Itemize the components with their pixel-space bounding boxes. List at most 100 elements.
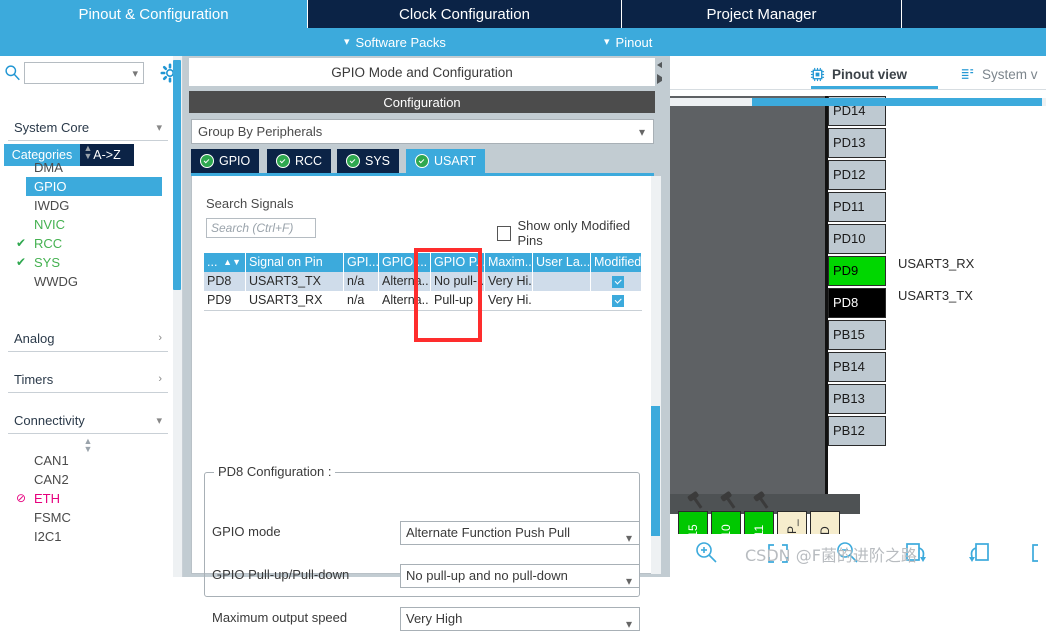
show-only-modified-checkbox[interactable] <box>497 225 512 241</box>
tab-gpio[interactable]: GPIO <box>191 149 260 173</box>
pin-pb12[interactable]: PB12 <box>828 416 886 446</box>
check-icon: ✔ <box>16 236 27 250</box>
cell-gpio-mode: Alterna.. <box>379 291 431 310</box>
sidebar-item-can2[interactable]: CAN2 <box>8 470 168 489</box>
sidebar-item-label: RCC <box>34 236 63 251</box>
cell-gpi: n/a <box>344 272 379 291</box>
sidebar-item-dma[interactable]: DMA <box>8 158 168 177</box>
max-speed-dropdown[interactable]: Very High ▾ <box>400 607 640 631</box>
rotate-left-icon[interactable] <box>965 539 995 567</box>
pin-pd11[interactable]: PD11 <box>828 192 886 222</box>
modified-checkbox[interactable] <box>612 275 624 288</box>
gpio-mode-value: Alternate Function Push Pull <box>406 525 571 540</box>
group-by-value: Group By Peripherals <box>198 124 323 139</box>
signals-table: ... ▲▼ Signal on Pin GPI... GPIO ... GPIO… <box>204 253 642 310</box>
search-icon <box>5 65 20 81</box>
active-tab-underline <box>811 86 938 89</box>
scroll-spinner-icon[interactable]: ▲ ▼ <box>8 141 168 161</box>
sidebar-item-label: FSMC <box>34 510 71 525</box>
watermark: CSDN @F菌的进阶之路 <box>745 546 917 565</box>
sidebar-item-eth[interactable]: ⊘ ETH <box>8 489 168 508</box>
search-input[interactable]: ▾ <box>24 62 144 84</box>
tab-rcc[interactable]: RCC <box>267 149 332 173</box>
col-header-gpio-pull[interactable]: GPIO P... <box>431 253 485 272</box>
group-header-connectivity[interactable]: Connectivity ▾ <box>8 407 168 434</box>
gpio-pull-dropdown[interactable]: No pull-up and no pull-down ▾ <box>400 564 640 588</box>
sidebar-item-gpio[interactable]: GPIO <box>26 177 162 196</box>
tab-label: USART <box>434 154 477 168</box>
tab-pinout-configuration[interactable]: Pinout & Configuration <box>0 0 308 28</box>
gpio-mode-dropdown[interactable]: Alternate Function Push Pull ▾ <box>400 521 640 545</box>
sidebar-item-nvic[interactable]: NVIC <box>8 215 168 234</box>
tab-project-manager[interactable]: Project Manager <box>622 0 902 28</box>
group-header-system-core[interactable]: System Core ▾ <box>8 114 168 141</box>
group-by-dropdown[interactable]: Group By Peripherals ▾ <box>191 119 654 144</box>
tab-sys[interactable]: SYS <box>337 149 400 173</box>
sidebar-item-fsmc[interactable]: FSMC <box>8 508 168 527</box>
config-scrollbar-thumb[interactable] <box>651 406 660 536</box>
col-header-user-label[interactable]: User La... <box>533 253 591 272</box>
sidebar-item-iwdg[interactable]: IWDG <box>8 196 168 215</box>
chevron-right-icon: › <box>158 373 162 385</box>
sort-icon[interactable]: ▲▼ <box>223 253 241 272</box>
table-row[interactable]: PD9 USART3_RX n/a Alterna.. Pull-up Very… <box>204 291 642 310</box>
show-only-modified-row[interactable]: Show only Modified Pins <box>497 218 653 248</box>
cell-gpio-pull: No pull-... <box>431 272 485 291</box>
check-icon: ✔ <box>16 255 27 269</box>
pin-pd9[interactable]: PD9 <box>828 256 886 286</box>
col-header-pin[interactable]: ... ▲▼ <box>204 253 246 272</box>
tab-pinout-view[interactable]: Pinout view <box>810 61 907 87</box>
group-header-analog[interactable]: Analog › <box>8 325 168 352</box>
col-header-modified[interactable]: Modified <box>591 253 642 272</box>
col-header-signal-on-pin[interactable]: Signal on Pin <box>246 253 344 272</box>
modified-checkbox[interactable] <box>612 294 624 307</box>
sidebar-item-i2c1[interactable]: I2C1 <box>8 527 168 546</box>
pin-pb14[interactable]: PB14 <box>828 352 886 382</box>
show-only-modified-label: Show only Modified Pins <box>517 218 631 248</box>
cell-modified[interactable] <box>591 291 642 310</box>
tab-usart[interactable]: USART <box>406 149 486 173</box>
check-circle-icon <box>200 154 214 168</box>
sub-tab-bar: ▾ Software Packs ▾ Pinout <box>0 28 1046 56</box>
sidebar-item-can1[interactable]: CAN1 <box>8 451 168 470</box>
sidebar-scrollbar-thumb[interactable] <box>173 60 181 290</box>
col-header-gpi[interactable]: GPI... <box>344 253 379 272</box>
col-header-gpio-mode[interactable]: GPIO ... <box>379 253 431 272</box>
pin-pd12[interactable]: PD12 <box>828 160 886 190</box>
pin-pb13[interactable]: PB13 <box>828 384 886 414</box>
menu-pinout[interactable]: ▾ Pinout <box>604 28 652 56</box>
cell-max-speed: Very Hi... <box>485 291 533 310</box>
pin-pd8[interactable]: PD8 <box>828 288 886 318</box>
vertical-splitter[interactable] <box>662 56 670 577</box>
search-signals-input[interactable]: Search (Ctrl+F) <box>206 218 316 238</box>
sidebar-item-sys[interactable]: ✔ SYS <box>8 253 168 272</box>
tab-system-view[interactable]: System v <box>960 61 1038 87</box>
sidebar-item-rcc[interactable]: ✔ RCC <box>8 234 168 253</box>
group-label: Analog <box>14 330 55 346</box>
sidebar-item-label: I2C1 <box>34 529 62 544</box>
chevron-down-icon: ▾ <box>344 35 350 48</box>
check-circle-icon <box>276 154 290 168</box>
pin-pd10[interactable]: PD10 <box>828 224 886 254</box>
table-bottom-divider <box>204 310 642 311</box>
group-header-timers[interactable]: Timers › <box>8 366 168 393</box>
pinout-hscrollbar-thumb[interactable] <box>752 98 1042 106</box>
tab-clock-configuration[interactable]: Clock Configuration <box>308 0 622 28</box>
col-header-maximum-speed[interactable]: Maxim... <box>485 253 533 272</box>
max-speed-value: Very High <box>406 611 463 626</box>
chevron-down-icon: ▾ <box>638 125 645 139</box>
export-icon[interactable] <box>1028 539 1046 567</box>
table-row[interactable]: PD8 USART3_TX n/a Alterna.. No pull-... … <box>204 272 642 291</box>
cell-modified[interactable] <box>591 272 642 291</box>
chevron-down-icon: ▾ <box>625 574 632 588</box>
sidebar-item-wwdg[interactable]: WWDG <box>8 272 168 291</box>
menu-software-packs[interactable]: ▾ Software Packs <box>344 28 446 56</box>
scroll-spinner-icon[interactable]: ▲ ▼ <box>8 434 168 454</box>
group-label: System Core <box>14 119 90 135</box>
pin-pd13[interactable]: PD13 <box>828 128 886 158</box>
chevron-down-icon[interactable]: ▾ <box>132 67 138 80</box>
zoom-in-icon[interactable] <box>692 539 722 567</box>
chevron-down-icon: ▾ <box>604 35 610 48</box>
cell-user-label <box>533 272 591 291</box>
pin-pb15[interactable]: PB15 <box>828 320 886 350</box>
